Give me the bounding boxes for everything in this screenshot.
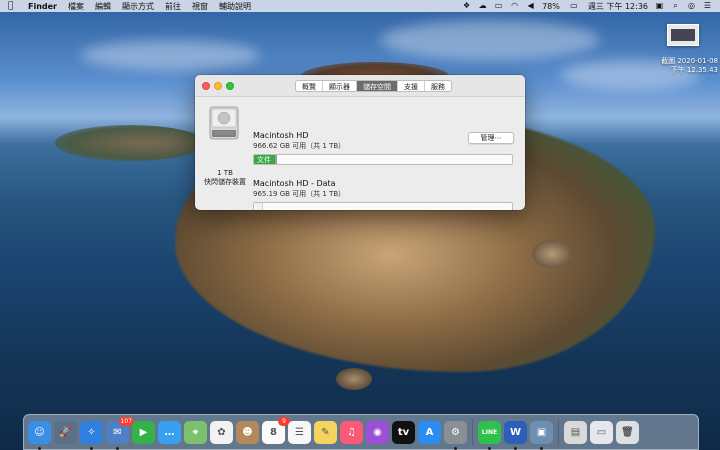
airplay-icon[interactable]: ▭: [494, 2, 503, 10]
dock-safari-icon[interactable]: ✧: [80, 420, 103, 450]
menu-view[interactable]: 顯示方式: [122, 1, 154, 12]
volume-macintosh-hd: Macintosh HD 966.62 GB 可用（共 1 TB） 文件: [253, 131, 513, 165]
dock-preview-icon[interactable]: ▣: [530, 420, 553, 450]
menu-app-name[interactable]: Finder: [28, 2, 57, 11]
dock-messages-icon[interactable]: …: [158, 420, 181, 444]
tab-storage[interactable]: 儲存空間: [357, 81, 398, 91]
volume-name: Macintosh HD: [253, 131, 309, 140]
dock-mail-icon[interactable]: ✉ 107: [106, 416, 134, 450]
hard-drive-icon: [209, 106, 239, 140]
desktop-wallpaper: [0, 0, 720, 450]
drive-type: 快閃儲存裝置: [204, 178, 246, 186]
dock-scanner-icon[interactable]: ▤: [564, 420, 587, 444]
used-segment: [255, 203, 263, 210]
volume-icon[interactable]: ◀: [526, 2, 535, 10]
battery-icon[interactable]: ▭: [567, 2, 581, 10]
dock-photos-icon[interactable]: ✿: [210, 420, 233, 444]
zoom-button[interactable]: [226, 82, 234, 90]
dock-notes-icon[interactable]: ✎: [314, 420, 337, 444]
dock-contacts-icon[interactable]: ☻: [236, 420, 259, 444]
dock-reminders-icon[interactable]: ☰: [288, 420, 311, 444]
dock-calendar-icon[interactable]: 89: [262, 416, 290, 444]
storage-pane: 1 TB 快閃儲存裝置 管理⋯ Macintosh HD 966.62 GB 可…: [195, 97, 525, 210]
volume-name: Macintosh HD - Data: [253, 179, 336, 188]
dock-finder-icon[interactable]: ☺: [28, 420, 51, 450]
screenshot-file-icon[interactable]: [667, 24, 699, 46]
menu-window[interactable]: 視窗: [192, 1, 208, 12]
drive-size: 1 TB: [217, 169, 233, 177]
running-indicator: [488, 446, 491, 450]
storage-usage-bar[interactable]: [253, 202, 513, 210]
dock-screenshot-stack-icon[interactable]: ▭: [590, 420, 613, 444]
tab-displays[interactable]: 顯示器: [323, 81, 357, 91]
dock-maps-icon[interactable]: ⌖: [184, 420, 207, 444]
tab-support[interactable]: 支援: [398, 81, 425, 91]
control-strip-icon[interactable]: ▣: [655, 2, 664, 10]
volume-macintosh-hd-data: Macintosh HD - Data 965.19 GB 可用（共 1 TB）: [253, 179, 513, 210]
dock-separator: [472, 419, 473, 445]
menubar-clock[interactable]: 週三 下午 12:36: [588, 1, 648, 12]
running-indicator: [540, 446, 543, 450]
dock-app-store-icon[interactable]: A: [418, 420, 441, 444]
drive-caption: 1 TB 快閃儲存裝置: [197, 169, 253, 187]
minimize-button[interactable]: [214, 82, 222, 90]
dock: ☺ 🚀 ✧ ✉ 107 ▶… ⌖ ✿ ☻ 8 9 ☰ ✎ ♫ ◉ tv A ⚙ LINE W ▣ ▤ ▭ 🗑: [23, 414, 699, 450]
tab-overview[interactable]: 概覽: [296, 81, 323, 91]
window-titlebar[interactable]: 概覽 顯示器 儲存空間 支援 服務: [195, 75, 525, 97]
volume-available: 965.19 GB 可用（共 1 TB）: [253, 190, 346, 198]
notification-center-icon[interactable]: ☰: [703, 2, 712, 10]
tab-service[interactable]: 服務: [425, 81, 451, 91]
documents-segment[interactable]: 文件: [254, 155, 275, 164]
dock-word-icon[interactable]: W: [504, 420, 527, 450]
menu-edit[interactable]: 編輯: [95, 1, 111, 12]
dock-system-preferences-icon[interactable]: ⚙: [444, 420, 467, 450]
dock-line-icon[interactable]: LINE: [478, 420, 501, 450]
running-indicator: [38, 446, 41, 450]
dock-launchpad-icon[interactable]: 🚀: [54, 420, 77, 444]
siri-icon[interactable]: ◎: [687, 2, 696, 10]
dock-music-icon[interactable]: ♫: [340, 420, 363, 444]
about-this-mac-window: 概覽 顯示器 儲存空間 支援 服務 1 TB 快閃儲存裝置 管理⋯ Macint…: [195, 75, 525, 210]
apple-menu-icon[interactable]: : [8, 1, 18, 11]
running-indicator: [116, 446, 119, 450]
search-icon[interactable]: ⌕: [671, 2, 680, 10]
close-button[interactable]: [202, 82, 210, 90]
running-indicator: [454, 446, 457, 450]
running-indicator: [514, 446, 517, 450]
battery-percent[interactable]: 78%: [542, 2, 560, 11]
dock-facetime-icon[interactable]: ▶: [132, 420, 155, 444]
screenshot-file-label[interactable]: 截圖 2020-01-08 下午 12.35.43: [640, 57, 718, 75]
dock-tv-icon[interactable]: tv: [392, 420, 415, 444]
running-indicator: [90, 446, 93, 450]
menu-help[interactable]: 輔助說明: [219, 1, 251, 12]
volume-available: 966.62 GB 可用（共 1 TB）: [253, 142, 346, 150]
dropbox-icon[interactable]: ❖: [462, 2, 471, 10]
cloud-icon[interactable]: ☁: [478, 2, 487, 10]
dock-trash-icon[interactable]: 🗑: [616, 420, 639, 444]
system-segment: [274, 155, 277, 164]
storage-usage-bar[interactable]: 文件: [253, 154, 513, 165]
wifi-icon[interactable]: ◠: [510, 2, 519, 10]
dock-podcasts-icon[interactable]: ◉: [366, 420, 389, 444]
dock-separator: [558, 419, 559, 445]
menu-file[interactable]: 檔案: [68, 1, 84, 12]
menu-bar:  Finder 檔案 編輯 顯示方式 前往 視窗 輔助說明 ❖ ☁ ▭ ◠ ◀…: [0, 0, 720, 12]
menu-go[interactable]: 前往: [165, 1, 181, 12]
tab-bar: 概覽 顯示器 儲存空間 支援 服務: [295, 80, 452, 92]
